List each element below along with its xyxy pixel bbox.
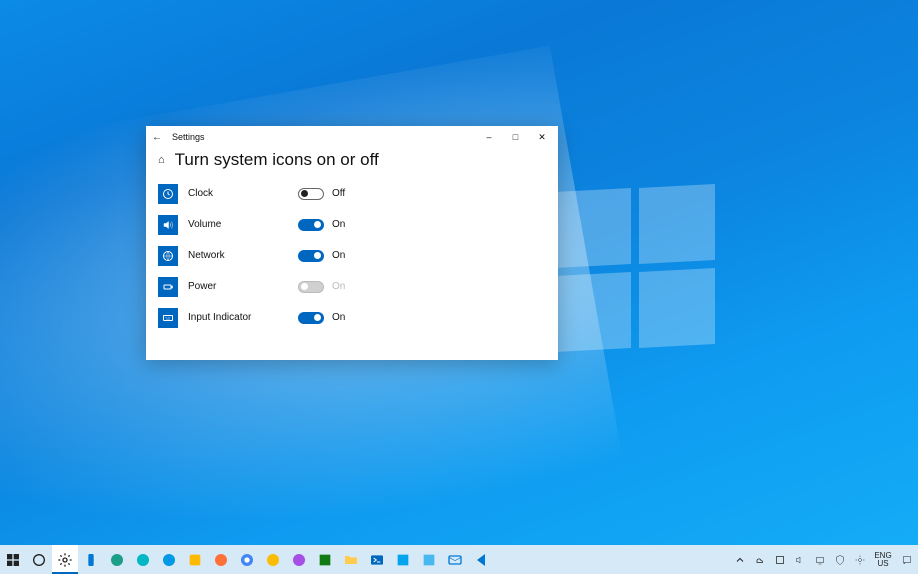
tray-overflow-icon[interactable] (730, 545, 750, 574)
home-icon[interactable]: ⌂ (158, 154, 165, 166)
setting-label: Volume (188, 219, 298, 230)
setting-label: Network (188, 250, 298, 261)
toggle-state: On (332, 312, 345, 323)
taskbar-firefox-icon[interactable] (208, 545, 234, 574)
tray-location-icon[interactable] (850, 545, 870, 574)
tray-app-icon[interactable] (770, 545, 790, 574)
setting-row-power: Power On (158, 271, 548, 302)
toggle-state: Off (332, 188, 345, 199)
setting-row-network: Network On (158, 240, 548, 271)
toggle-clock[interactable] (298, 188, 324, 200)
page-header: ⌂ Turn system icons on or off (146, 148, 558, 178)
taskbar: ENG US (0, 545, 918, 574)
close-button[interactable]: ✕ (530, 132, 554, 143)
taskbar-app-icon[interactable] (130, 545, 156, 574)
minimize-button[interactable]: – (477, 132, 501, 142)
tray-security-icon[interactable] (830, 545, 850, 574)
toggle-state: On (332, 219, 345, 230)
volume-icon (158, 215, 178, 235)
maximize-button[interactable]: □ (503, 132, 527, 142)
page-title: Turn system icons on or off (175, 150, 379, 170)
settings-window: ← Settings – □ ✕ ⌂ Turn system icons on … (146, 126, 558, 360)
tray-notifications-icon[interactable] (896, 545, 918, 574)
tray-language[interactable]: ENG US (870, 552, 896, 568)
settings-list: Clock Off Volume On Network On (146, 178, 558, 333)
setting-label: Clock (188, 188, 298, 199)
setting-row-input-indicator: Input Indicator On (158, 302, 548, 333)
toggle-state: On (332, 281, 345, 292)
keyboard-icon (158, 308, 178, 328)
window-title: Settings (172, 132, 205, 142)
taskbar-chrome-icon[interactable] (234, 545, 260, 574)
taskbar-powershell-icon[interactable] (364, 545, 390, 574)
cortana-icon[interactable] (26, 545, 52, 574)
taskbar-chrome-canary-icon[interactable] (260, 545, 286, 574)
toggle-network[interactable] (298, 250, 324, 262)
taskbar-settings-app[interactable] (52, 545, 78, 574)
clock-icon (158, 184, 178, 204)
taskbar-app-icon[interactable] (390, 545, 416, 574)
taskbar-app-icon[interactable] (286, 545, 312, 574)
taskbar-vscode-icon[interactable] (468, 545, 494, 574)
taskbar-mail-icon[interactable] (442, 545, 468, 574)
setting-row-volume: Volume On (158, 209, 548, 240)
back-button[interactable]: ← (152, 132, 162, 143)
desktop: ← Settings – □ ✕ ⌂ Turn system icons on … (0, 0, 918, 574)
titlebar: ← Settings – □ ✕ (146, 126, 558, 148)
toggle-volume[interactable] (298, 219, 324, 231)
taskbar-app-icon[interactable] (156, 545, 182, 574)
tray-network-icon[interactable] (810, 545, 830, 574)
taskbar-app-icon[interactable] (416, 545, 442, 574)
network-icon (158, 246, 178, 266)
toggle-state: On (332, 250, 345, 261)
toggle-power (298, 281, 324, 293)
tray-volume-icon[interactable] (790, 545, 810, 574)
power-icon (158, 277, 178, 297)
taskbar-app-icon[interactable] (312, 545, 338, 574)
toggle-input-indicator[interactable] (298, 312, 324, 324)
windows-logo (555, 190, 855, 490)
tray-onedrive-icon[interactable] (750, 545, 770, 574)
setting-label: Input Indicator (188, 312, 298, 323)
taskbar-phone-icon[interactable] (78, 545, 104, 574)
tray-lang-region: US (870, 560, 896, 568)
taskbar-edge-icon[interactable] (104, 545, 130, 574)
start-button[interactable] (0, 545, 26, 574)
taskbar-app-icon[interactable] (182, 545, 208, 574)
setting-row-clock: Clock Off (158, 178, 548, 209)
setting-label: Power (188, 281, 298, 292)
taskbar-explorer-icon[interactable] (338, 545, 364, 574)
